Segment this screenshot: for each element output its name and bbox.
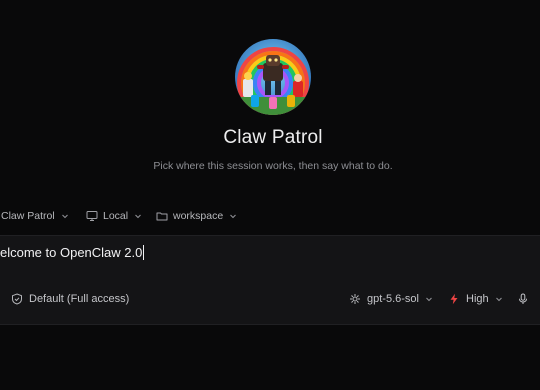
- folder-icon: [156, 210, 168, 222]
- chevron-down-icon: [229, 212, 237, 220]
- folder-selector[interactable]: workspace: [156, 210, 237, 222]
- location-selector[interactable]: Local: [86, 210, 142, 222]
- chevron-down-icon: [425, 295, 433, 303]
- effort-label: High: [466, 293, 489, 305]
- permissions-label: Default (Full access): [29, 293, 130, 305]
- monitor-icon: [86, 210, 98, 222]
- text-caret: [143, 245, 145, 260]
- chevron-down-icon: [495, 295, 503, 303]
- effort-selector[interactable]: High: [448, 293, 503, 305]
- session-avatar: [235, 39, 311, 115]
- shield-icon: [11, 293, 23, 305]
- prompt-input[interactable]: elcome to OpenClaw 2.0: [0, 245, 145, 260]
- session-subtitle: Pick where this session works, then say …: [153, 160, 393, 172]
- folder-selector-label: workspace: [173, 210, 224, 222]
- chevron-down-icon: [134, 212, 142, 220]
- prompt-input-text: elcome to OpenClaw 2.0: [0, 245, 143, 260]
- project-selector[interactable]: Claw Patrol: [1, 210, 69, 222]
- permissions-selector[interactable]: Default (Full access): [11, 293, 129, 305]
- chevron-down-icon: [61, 212, 69, 220]
- mic-button[interactable]: [517, 293, 529, 305]
- session-title: Claw Patrol: [223, 127, 323, 148]
- lightning-icon: [448, 293, 460, 305]
- project-selector-label: Claw Patrol: [1, 210, 55, 222]
- model-selector[interactable]: gpt-5.6-sol: [349, 293, 433, 305]
- location-selector-label: Local: [103, 210, 129, 222]
- mic-icon: [517, 293, 529, 305]
- model-icon: [349, 293, 361, 305]
- model-label: gpt-5.6-sol: [367, 293, 419, 305]
